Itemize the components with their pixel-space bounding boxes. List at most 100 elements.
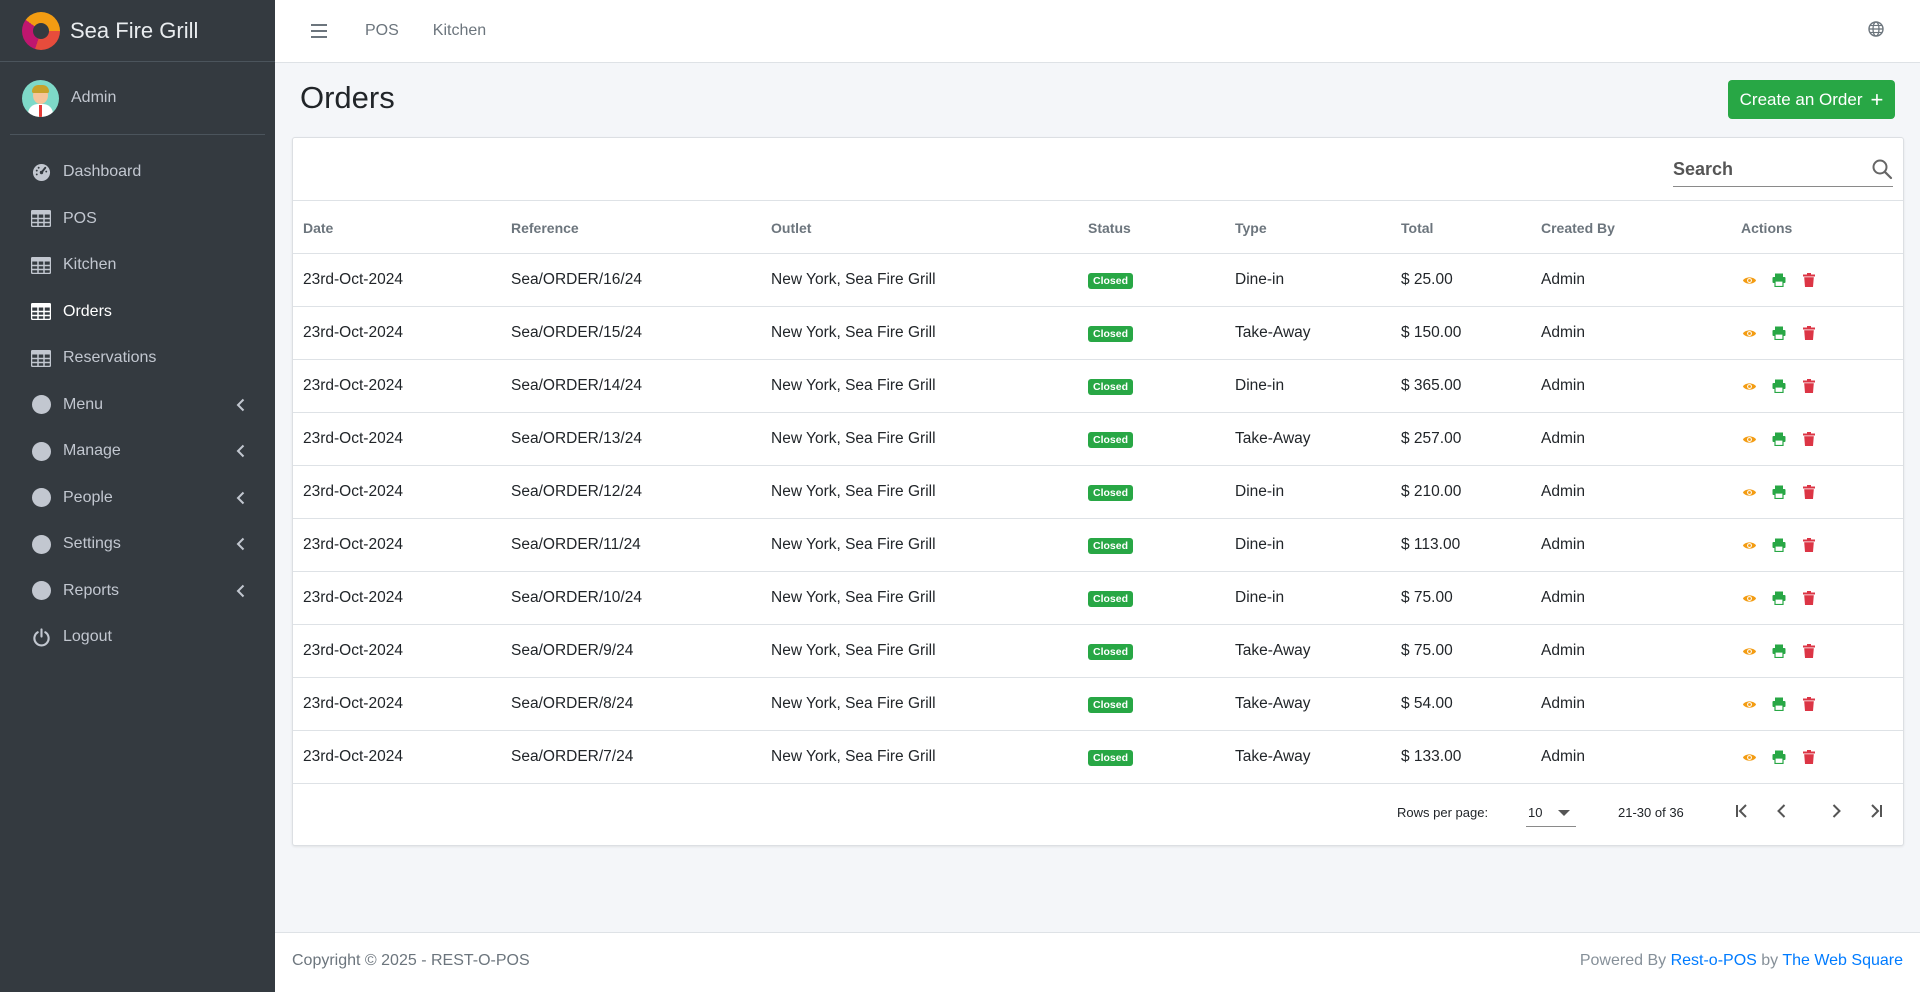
table-row: 23rd-Oct-2024 Sea/ORDER/13/24 New York, Se… (293, 413, 1903, 466)
trash-icon[interactable] (1801, 749, 1817, 765)
sidebar-item-label: Logout (63, 628, 112, 646)
cell-outlet: New York, Sea Fire Grill (771, 695, 936, 712)
eye-icon[interactable] (1741, 696, 1757, 712)
eye-icon[interactable] (1741, 537, 1757, 553)
user-panel[interactable]: Admin (10, 62, 265, 135)
hamburger-icon[interactable] (311, 24, 327, 38)
sidebar-item-kitchen[interactable]: Kitchen (0, 242, 275, 289)
brand-link[interactable]: Sea Fire Grill (0, 0, 275, 62)
table-row: 23rd-Oct-2024 Sea/ORDER/16/24 New York, Se… (293, 254, 1903, 307)
cell-created-by: Admin (1541, 695, 1585, 712)
first-page-icon[interactable] (1730, 799, 1754, 823)
print-icon[interactable] (1771, 537, 1787, 553)
trash-icon[interactable] (1801, 378, 1817, 394)
eye-icon[interactable] (1741, 749, 1757, 765)
orders-table: Date Reference Outlet Status Type Total … (293, 200, 1903, 784)
cell-created-by: Admin (1541, 377, 1585, 394)
trash-icon[interactable] (1801, 643, 1817, 659)
table-row: 23rd-Oct-2024 Sea/ORDER/10/24 New York, Se… (293, 572, 1903, 625)
status-badge: Closed (1088, 697, 1134, 713)
logout-icon (31, 627, 51, 647)
cell-reference: Sea/ORDER/12/24 (511, 483, 642, 500)
cell-date: 23rd-Oct-2024 (303, 589, 403, 606)
next-page-icon[interactable] (1824, 799, 1848, 823)
print-icon[interactable] (1771, 484, 1787, 500)
sidebar-item-manage[interactable]: Manage (0, 428, 275, 475)
eye-icon[interactable] (1741, 378, 1757, 394)
cell-created-by: Admin (1541, 483, 1585, 500)
trash-icon[interactable] (1801, 272, 1817, 288)
column-header-date[interactable]: Date (303, 220, 333, 236)
print-icon[interactable] (1771, 643, 1787, 659)
sidebar-item-label: Menu (63, 395, 104, 413)
column-header-type[interactable]: Type (1235, 220, 1267, 236)
print-icon[interactable] (1771, 696, 1787, 712)
eye-icon[interactable] (1741, 325, 1757, 341)
search-input[interactable] (1673, 152, 1863, 186)
last-page-icon[interactable] (1864, 799, 1888, 823)
eye-icon[interactable] (1741, 590, 1757, 606)
column-header-created-by[interactable]: Created By (1541, 220, 1615, 236)
chevron-left-icon (236, 444, 245, 463)
cell-outlet: New York, Sea Fire Grill (771, 642, 936, 659)
print-icon[interactable] (1771, 378, 1787, 394)
chevron-left-icon (236, 584, 245, 603)
column-header-outlet[interactable]: Outlet (771, 220, 811, 236)
cell-type: Dine-in (1235, 377, 1285, 394)
cell-date: 23rd-Oct-2024 (303, 324, 403, 341)
top-link-pos[interactable]: POS (365, 22, 399, 40)
table-row: 23rd-Oct-2024 Sea/ORDER/11/24 New York, Se… (293, 519, 1903, 572)
eye-icon[interactable] (1741, 431, 1757, 447)
rows-per-page-select[interactable]: 10 (1526, 797, 1576, 827)
trash-icon[interactable] (1801, 484, 1817, 500)
sidebar-item-orders[interactable]: Orders (0, 289, 275, 336)
cell-outlet: New York, Sea Fire Grill (771, 536, 936, 553)
column-header-status[interactable]: Status (1088, 220, 1131, 236)
trash-icon[interactable] (1801, 325, 1817, 341)
column-header-total[interactable]: Total (1401, 220, 1433, 236)
eye-icon[interactable] (1741, 272, 1757, 288)
top-link-kitchen[interactable]: Kitchen (433, 22, 486, 40)
sidebar-item-label: Dashboard (63, 163, 142, 181)
eye-icon[interactable] (1741, 643, 1757, 659)
print-icon[interactable] (1771, 325, 1787, 341)
sidebar-item-reports[interactable]: Reports (0, 568, 275, 615)
sidebar-item-logout[interactable]: Logout (0, 614, 275, 661)
cell-created-by: Admin (1541, 271, 1585, 288)
trash-icon[interactable] (1801, 431, 1817, 447)
sidebar-item-menu[interactable]: Menu (0, 382, 275, 429)
user-name: Admin (71, 89, 117, 106)
print-icon[interactable] (1771, 272, 1787, 288)
trash-icon[interactable] (1801, 696, 1817, 712)
web-square-link[interactable]: The Web Square (1782, 952, 1903, 969)
eye-icon[interactable] (1741, 484, 1757, 500)
cell-date: 23rd-Oct-2024 (303, 536, 403, 553)
table-row: 23rd-Oct-2024 Sea/ORDER/9/24 New York, Sea… (293, 625, 1903, 678)
sidebar-item-people[interactable]: People (0, 475, 275, 522)
trash-icon[interactable] (1801, 537, 1817, 553)
sidebar-item-label: Settings (63, 535, 121, 553)
sidebar-item-reservations[interactable]: Reservations (0, 335, 275, 382)
create-order-button[interactable]: Create an Order + (1728, 80, 1895, 119)
sidebar-nav: Dashboard POS Kitchen Orders Reservation… (0, 149, 275, 661)
column-header-reference[interactable]: Reference (511, 220, 579, 236)
trash-icon[interactable] (1801, 590, 1817, 606)
cell-type: Dine-in (1235, 589, 1285, 606)
rest-o-pos-link[interactable]: Rest-o-POS (1671, 952, 1757, 969)
table-row: 23rd-Oct-2024 Sea/ORDER/7/24 New York, Sea… (293, 731, 1903, 784)
print-icon[interactable] (1771, 590, 1787, 606)
print-icon[interactable] (1771, 431, 1787, 447)
sidebar-item-dashboard[interactable]: Dashboard (0, 149, 275, 196)
table-row: 23rd-Oct-2024 Sea/ORDER/8/24 New York, Sea… (293, 678, 1903, 731)
cell-outlet: New York, Sea Fire Grill (771, 483, 936, 500)
sidebar-item-settings[interactable]: Settings (0, 521, 275, 568)
column-header-actions: Actions (1741, 220, 1793, 236)
cell-type: Take-Away (1235, 642, 1311, 659)
globe-icon[interactable] (1868, 21, 1884, 42)
search-icon[interactable] (1871, 158, 1893, 185)
sidebar-item-pos[interactable]: POS (0, 196, 275, 243)
grid-icon (31, 255, 51, 275)
prev-page-icon[interactable] (1770, 799, 1794, 823)
print-icon[interactable] (1771, 749, 1787, 765)
sidebar-item-label: Kitchen (63, 256, 117, 274)
